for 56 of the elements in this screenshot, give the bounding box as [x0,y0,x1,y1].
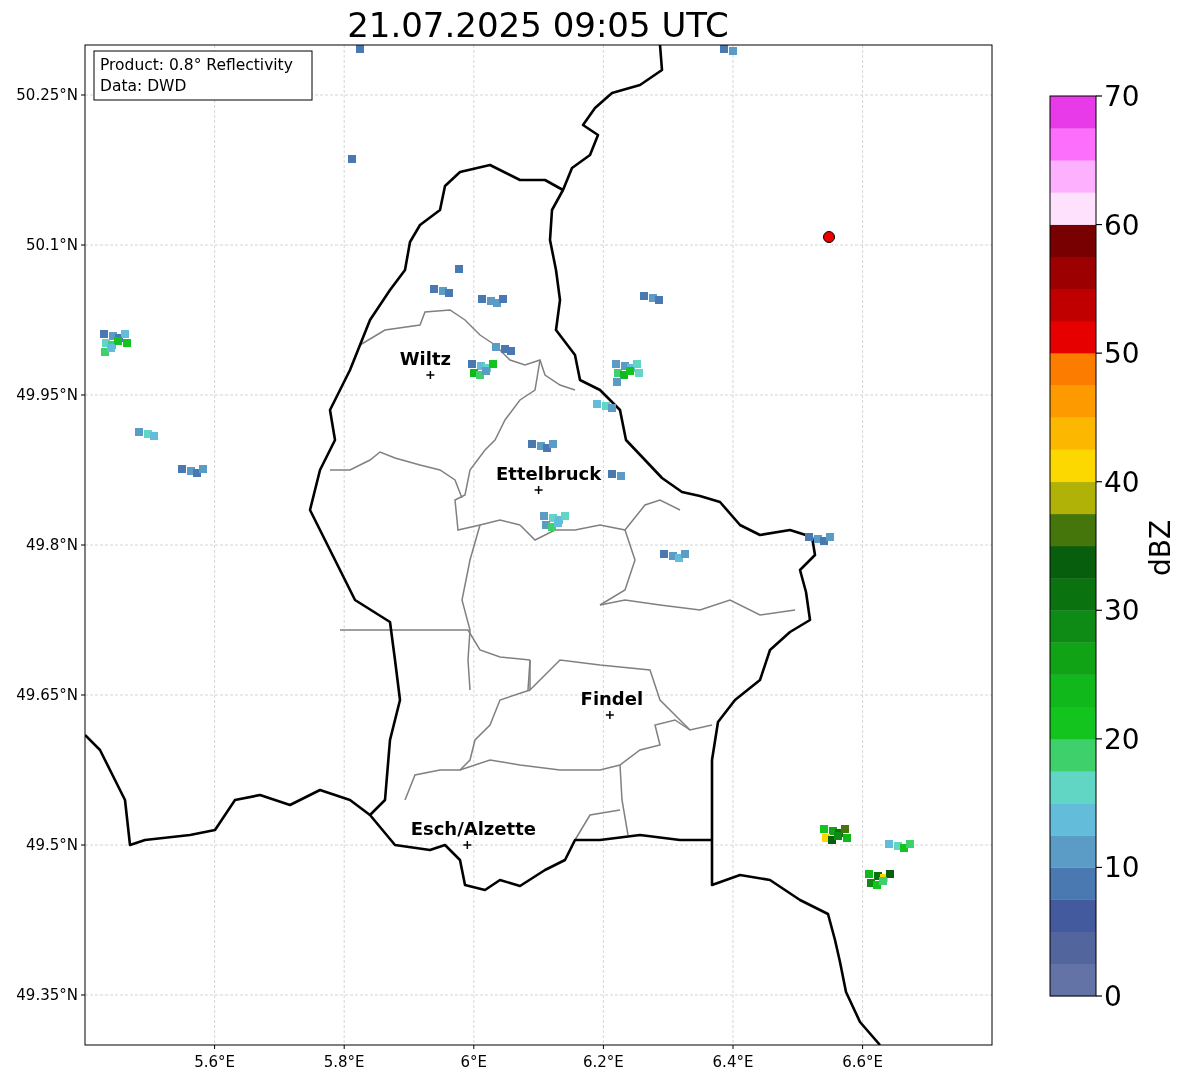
colorbar-tick-label: 60 [1104,208,1140,242]
radar-echo-drawing [455,265,463,273]
y-tick-label: 49.65°N [16,686,78,704]
x-tick-label: 5.6°E [194,1053,235,1071]
radar-echo-drawing [430,285,453,297]
colorbar-label: dBZ [1144,519,1177,577]
radar-echo-drawing [885,840,914,852]
city-marker-icon [425,370,436,380]
radar-echo-drawing [593,400,616,412]
x-tick-label: 6.4°E [712,1053,754,1071]
x-tick-label: 5.8°E [323,1053,365,1071]
y-tick-label: 50.1°N [25,236,78,254]
radar-echo-drawing [528,440,557,452]
city-label: Wiltz [399,348,451,369]
annotation-text: Product: 0.8° Reflectivity [100,56,293,74]
colorbar-tick-label: 40 [1104,465,1140,499]
radar-echo-drawing [720,45,737,55]
radar-echo-drawing [478,295,507,307]
y-tick-label: 50.25°N [16,86,78,104]
city-marker-icon [462,840,473,850]
city-label: Findel [580,688,644,709]
city-marker-icon [533,485,544,495]
plot-title: 21.07.2025 09:05 UTC [347,5,729,45]
radar-echo-drawing [348,155,356,163]
radar-echo-drawing [540,512,569,531]
y-tick-label: 49.35°N [16,986,78,1004]
radar-echo-drawing [660,550,689,562]
radar-echo-drawing [100,330,131,356]
radar-echo-drawing [356,45,364,53]
radar-echo-drawing [135,428,158,440]
annotation-text: Data: DWD [100,77,187,95]
y-tick-label: 49.5°N [25,836,78,854]
y-tick-label: 49.8°N [25,536,78,554]
radar-echo-drawing [805,533,834,545]
radar-echo-drawing [468,360,497,379]
radar-echo-drawing [492,343,515,355]
radar-echo-drawing [178,465,207,477]
x-tick-label: 6°E [460,1053,488,1071]
colorbar-tick-label: 10 [1104,851,1140,885]
x-tick-label: 6.6°E [842,1053,883,1071]
radar-echo-drawing [865,870,894,889]
y-tick-label: 49.95°N [16,386,78,404]
colorbar-tick-label: 30 [1104,594,1140,628]
radar-echo-drawing [608,470,625,480]
city-label: Ettelbruck [496,463,602,484]
radar-echo-drawing [640,292,663,304]
colorbar-tick-label: 70 [1104,80,1140,113]
city-label: Esch/Alzette [410,818,536,839]
city-marker-icon [605,710,615,720]
radar-echo-drawing [612,360,643,386]
x-tick-label: 6.2°E [583,1053,624,1071]
radar-echo-drawing [820,825,851,844]
colorbar-tick-label: 20 [1104,722,1140,756]
colorbar-tick-label: 50 [1104,337,1140,371]
colorbar-tick-label: 0 [1104,980,1122,1013]
location-dot-icon [823,231,835,243]
